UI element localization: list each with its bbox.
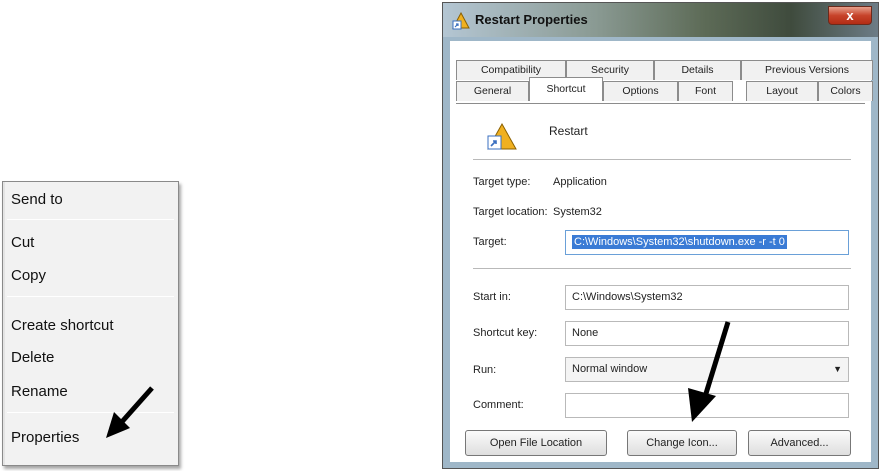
shortcut-key-label: Shortcut key: [473, 327, 538, 339]
chevron-down-icon: ▼ [833, 364, 842, 374]
tab-previous-versions[interactable]: Previous Versions [741, 60, 873, 80]
shortcut-name: Restart [549, 124, 588, 138]
comment-label: Comment: [473, 399, 524, 411]
shortcut-app-icon [452, 12, 470, 30]
tab-colors[interactable]: Colors [818, 81, 873, 101]
tab-divider [456, 103, 865, 104]
pointer-arrow-icon [106, 386, 154, 438]
tab-details[interactable]: Details [654, 60, 741, 80]
menu-item-cut[interactable]: Cut [11, 230, 34, 256]
menu-item-properties[interactable]: Properties [11, 425, 79, 451]
properties-dialog: Restart Properties x Compatibility Secur… [442, 2, 879, 469]
change-icon-button[interactable]: Change Icon... [627, 430, 737, 456]
menu-item-delete[interactable]: Delete [11, 345, 54, 371]
menu-item-copy[interactable]: Copy [11, 263, 46, 289]
tab-options[interactable]: Options [603, 81, 678, 101]
target-selected-text: C:\Windows\System32\shutdown.exe -r -t 0 [572, 235, 787, 249]
tab-shortcut[interactable]: Shortcut [529, 77, 603, 101]
separator [473, 159, 851, 160]
shortcut-icon [487, 122, 517, 150]
target-location-label: Target location: [473, 206, 548, 218]
tab-font[interactable]: Font [678, 81, 733, 101]
dialog-title: Restart Properties [475, 12, 588, 27]
menu-item-create-shortcut[interactable]: Create shortcut [11, 313, 114, 339]
advanced-button[interactable]: Advanced... [748, 430, 851, 456]
separator [473, 268, 851, 269]
target-type-value: Application [553, 176, 607, 188]
menu-separator [7, 296, 174, 297]
close-icon: x [846, 8, 854, 23]
target-location-value: System32 [553, 206, 602, 218]
title-bar[interactable]: Restart Properties x [443, 3, 878, 37]
run-label: Run: [473, 364, 497, 376]
pointer-arrow-icon [688, 321, 731, 422]
target-input[interactable]: C:\Windows\System32\shutdown.exe -r -t 0 [565, 230, 849, 255]
target-type-label: Target type: [473, 176, 531, 188]
menu-item-send-to[interactable]: Send to [11, 187, 63, 213]
menu-separator [7, 219, 174, 220]
menu-item-rename[interactable]: Rename [11, 379, 68, 405]
tab-general[interactable]: General [456, 81, 529, 101]
target-label: Target: [473, 236, 507, 248]
tab-layout[interactable]: Layout [746, 81, 818, 101]
start-in-label: Start in: [473, 291, 511, 303]
start-in-input[interactable]: C:\Windows\System32 [565, 285, 849, 310]
open-file-location-button[interactable]: Open File Location [465, 430, 607, 456]
close-button[interactable]: x [828, 6, 872, 25]
run-selected-value: Normal window [572, 363, 648, 375]
